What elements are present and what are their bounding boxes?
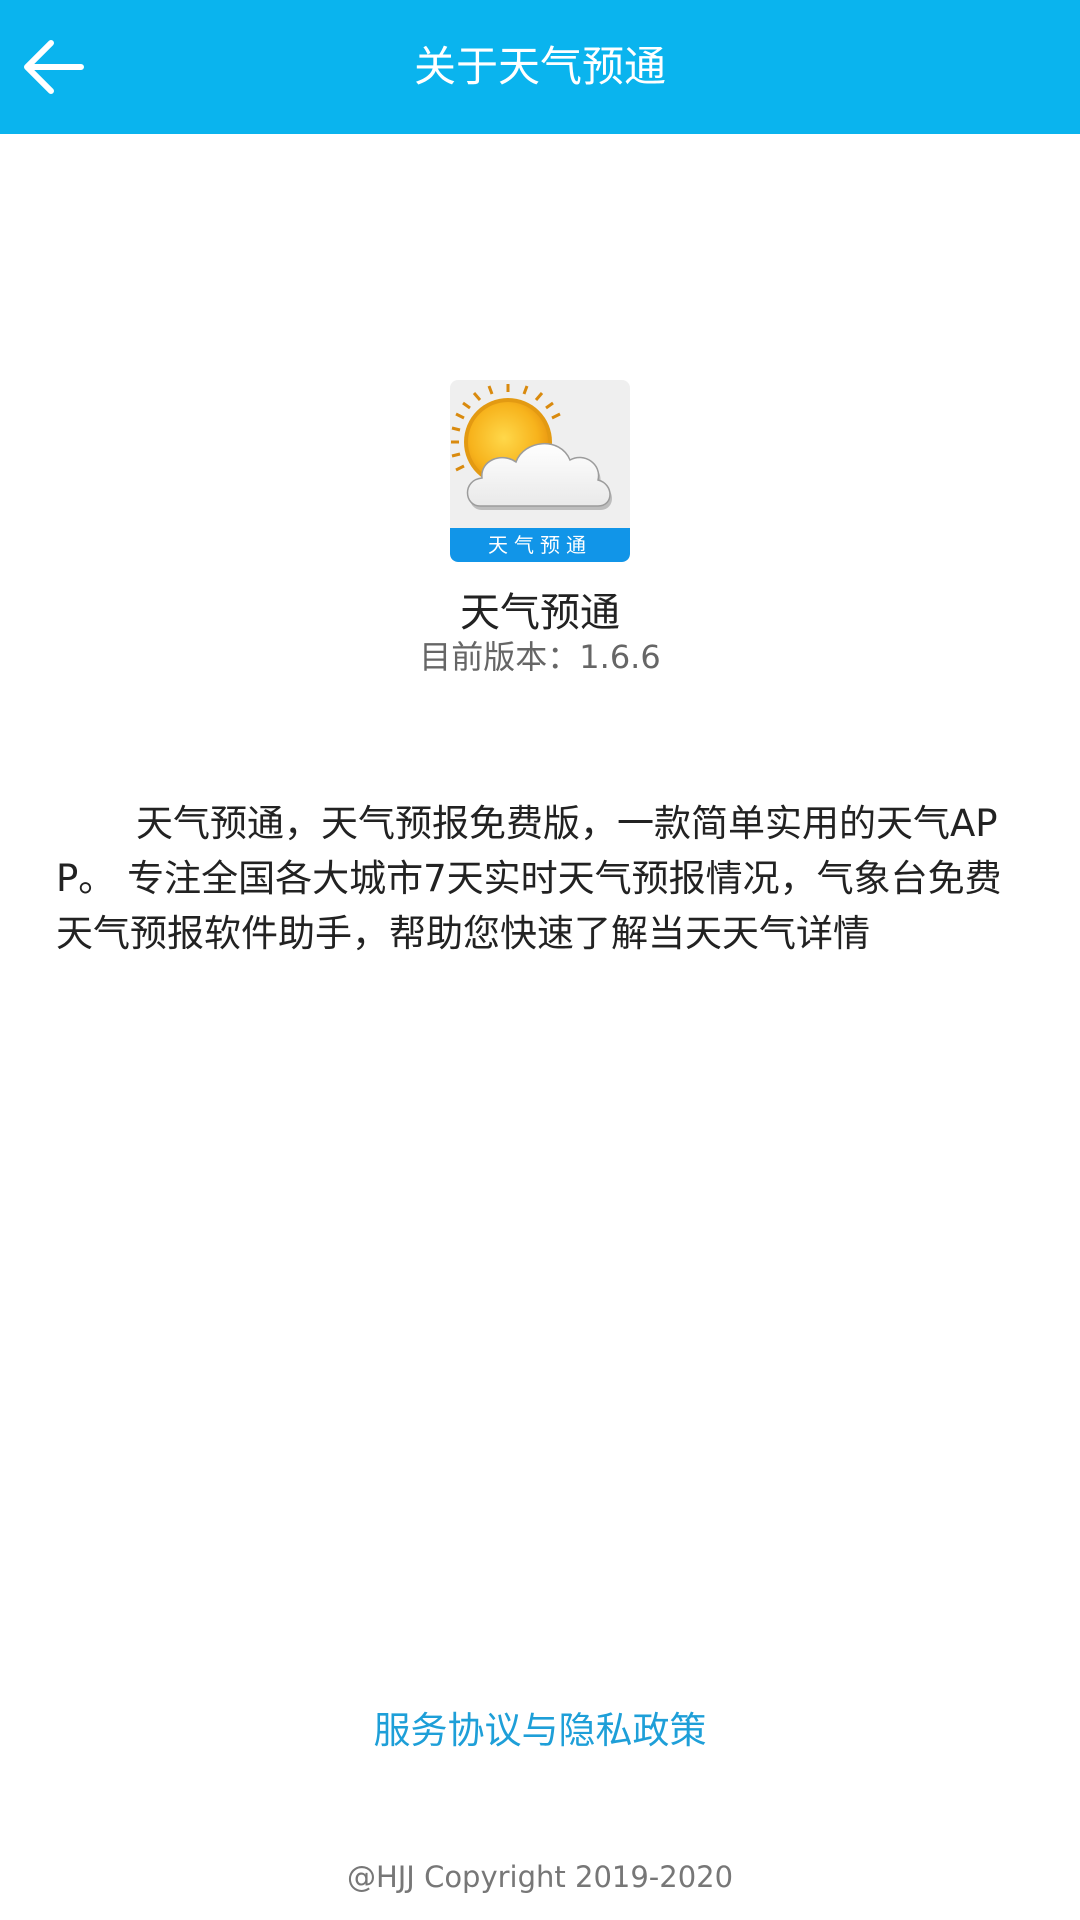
about-page: 关于天气预通 天气预通 天气预通 目前版本：1.6.6 天气预通，天气预报免费版… [0, 0, 1080, 1920]
sun-cloud-icon [451, 384, 612, 510]
app-description: 天气预通，天气预报免费版，一款简单实用的天气APP。 专注全国各大城市7天实时天… [56, 802, 1002, 955]
app-version: 目前版本：1.6.6 [419, 638, 661, 676]
copyright-text: @HJJ Copyright 2019-2020 [346, 1860, 734, 1894]
app-icon-banner: 天气预通 [450, 528, 630, 562]
app-name: 天气预通 [460, 590, 620, 636]
privacy-policy-link[interactable]: 服务协议与隐私政策 [0, 1700, 1080, 1754]
arrow-left-icon [24, 40, 84, 94]
back-button[interactable] [14, 27, 94, 107]
page-title: 关于天气预通 [413, 42, 666, 91]
top-app-bar: 关于天气预通 [0, 0, 1080, 134]
app-icon: 天气预通 [450, 380, 630, 562]
